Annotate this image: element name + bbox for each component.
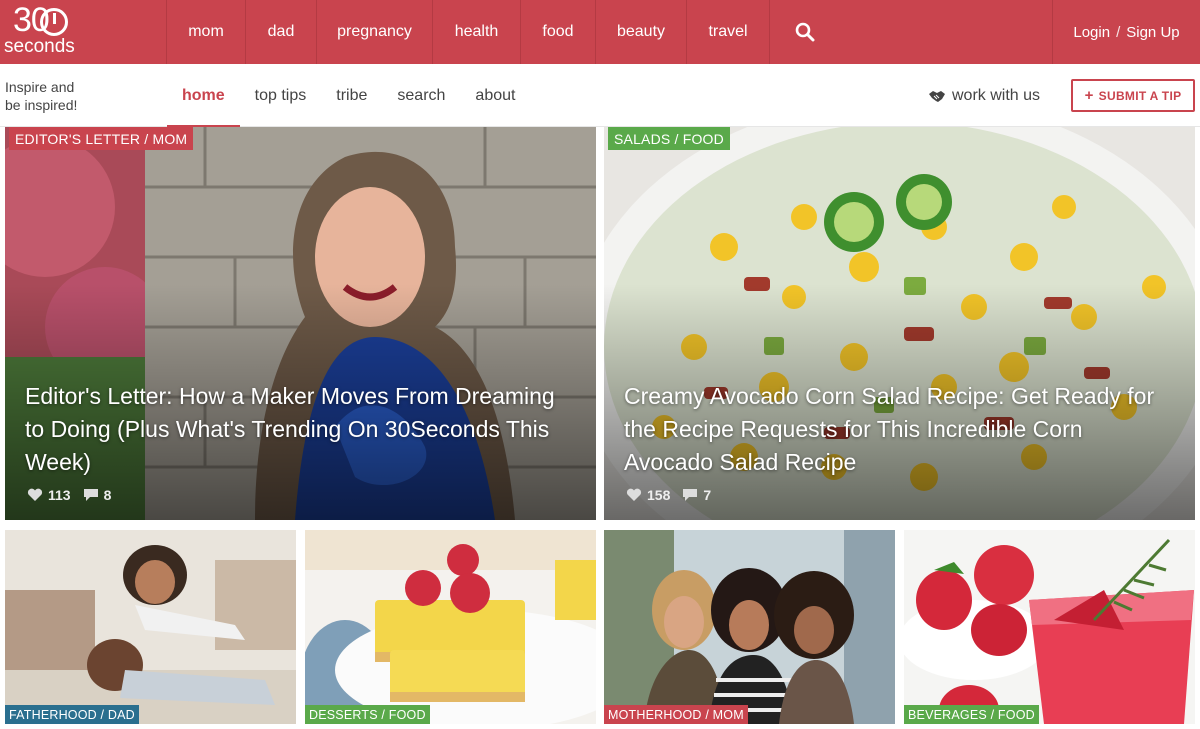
small-card-motherhood[interactable]: MOTHERHOOD / MOM xyxy=(604,530,895,724)
small-card-fatherhood[interactable]: FATHERHOOD / DAD xyxy=(5,530,296,724)
site-tagline: Inspire and be inspired! xyxy=(5,78,105,114)
category-tag[interactable]: DESSERTS / FOOD xyxy=(305,705,430,724)
site-logo[interactable]: 30 seconds xyxy=(0,0,167,64)
nav-item-mom[interactable]: mom xyxy=(167,0,246,64)
account-separator: / xyxy=(1116,23,1121,41)
featured-card-editors-letter[interactable]: EDITOR'S LETTER / MOM Editor's Letter: H… xyxy=(5,127,596,520)
friends-selfie-image xyxy=(604,530,895,724)
logo-word: seconds xyxy=(4,36,75,57)
tagline-line-2: be inspired! xyxy=(5,97,78,113)
article-stats: 113 8 xyxy=(27,487,123,503)
category-tag[interactable]: SALADS / FOOD xyxy=(608,127,730,150)
subnav-item-top-tips[interactable]: top tips xyxy=(240,64,322,127)
featured-card-corn-salad[interactable]: SALADS / FOOD Creamy Avocado Corn Salad … xyxy=(604,127,1195,520)
heart-icon xyxy=(27,488,43,502)
clock-icon xyxy=(40,8,68,36)
search-icon xyxy=(795,22,815,42)
nav-item-health[interactable]: health xyxy=(433,0,521,64)
small-card-beverages[interactable]: BEVERAGES / FOOD xyxy=(904,530,1195,724)
nav-search-button[interactable] xyxy=(770,0,840,64)
category-tag[interactable]: BEVERAGES / FOOD xyxy=(904,705,1039,724)
nav-item-food[interactable]: food xyxy=(521,0,596,64)
like-count: 158 xyxy=(647,487,671,503)
comment-icon xyxy=(682,488,698,502)
top-navigation-bar: 30 seconds mom dad pregnancy health food… xyxy=(0,0,1200,64)
comment-count: 7 xyxy=(703,487,712,503)
subnav-item-about[interactable]: about xyxy=(460,64,530,127)
submit-a-tip-label: SUBMIT A TIP xyxy=(1098,88,1182,103)
strawberry-drink-image xyxy=(904,530,1195,724)
nav-item-pregnancy[interactable]: pregnancy xyxy=(317,0,433,64)
handshake-icon xyxy=(928,89,946,103)
comment-count: 8 xyxy=(103,487,112,503)
signup-link[interactable]: Sign Up xyxy=(1126,24,1179,41)
article-stats: 158 7 xyxy=(626,487,723,503)
nav-item-travel[interactable]: travel xyxy=(687,0,770,64)
heart-icon xyxy=(626,488,642,502)
category-tag[interactable]: EDITOR'S LETTER / MOM xyxy=(9,127,194,150)
father-child-image xyxy=(5,530,296,724)
nav-item-beauty[interactable]: beauty xyxy=(596,0,687,64)
account-links: Login / Sign Up xyxy=(1052,0,1200,64)
work-with-us-label: work with us xyxy=(952,86,1041,104)
login-link[interactable]: Login xyxy=(1073,24,1110,41)
plus-icon: + xyxy=(1084,87,1094,104)
subnav-item-search[interactable]: search xyxy=(382,64,460,127)
category-tag[interactable]: FATHERHOOD / DAD xyxy=(5,705,139,724)
small-card-desserts[interactable]: DESSERTS / FOOD xyxy=(305,530,596,724)
category-nav: mom dad pregnancy health food beauty tra… xyxy=(167,0,840,64)
like-count: 113 xyxy=(48,487,71,503)
section-nav: home top tips tribe search about xyxy=(167,64,530,128)
comment-icon xyxy=(83,488,99,502)
lemon-bars-image xyxy=(305,530,596,724)
article-title[interactable]: Creamy Avocado Corn Salad Recipe: Get Re… xyxy=(624,380,1171,479)
subnav-item-tribe[interactable]: tribe xyxy=(321,64,382,127)
secondary-navigation-bar: Inspire and be inspired! home top tips t… xyxy=(0,64,1200,128)
category-tag[interactable]: MOTHERHOOD / MOM xyxy=(604,705,748,724)
work-with-us-link[interactable]: work with us xyxy=(928,64,1040,127)
article-title[interactable]: Editor's Letter: How a Maker Moves From … xyxy=(25,380,572,479)
submit-a-tip-button[interactable]: + SUBMIT A TIP xyxy=(1071,79,1195,112)
nav-item-dad[interactable]: dad xyxy=(246,0,317,64)
tagline-line-1: Inspire and xyxy=(5,79,75,95)
subnav-item-home[interactable]: home xyxy=(167,64,240,128)
